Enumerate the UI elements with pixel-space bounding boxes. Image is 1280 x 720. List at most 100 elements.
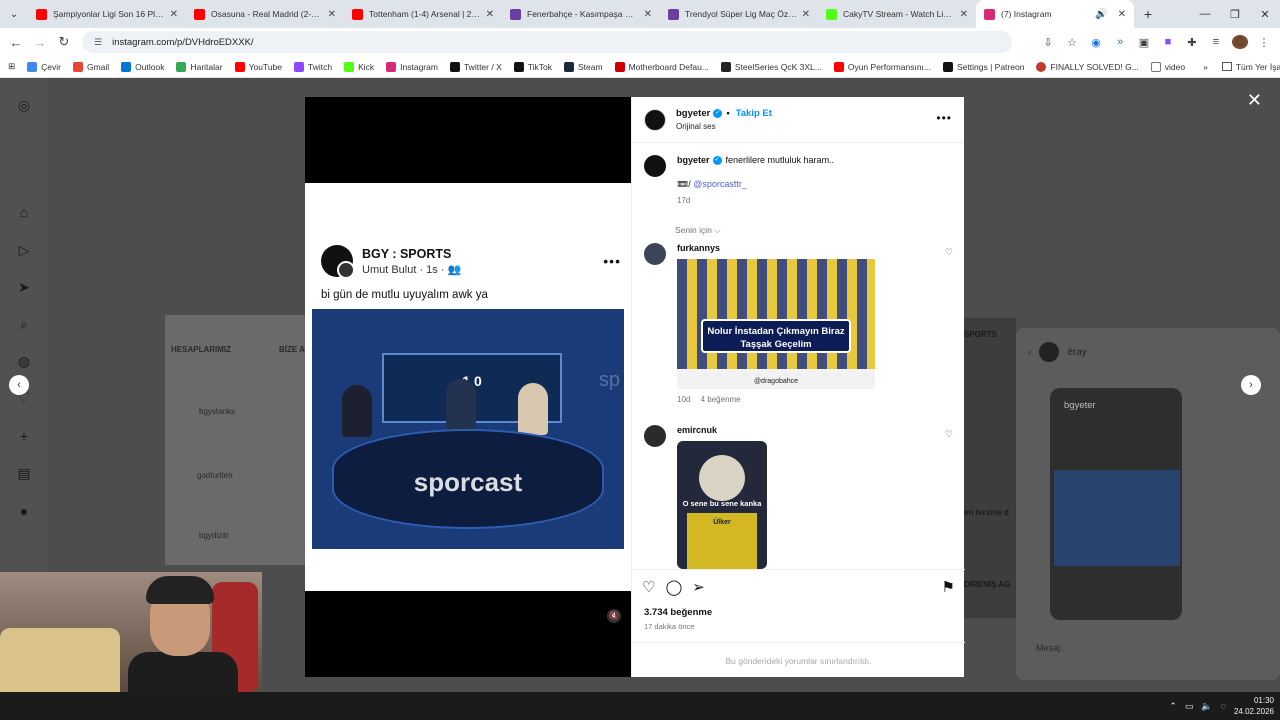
forward-icon[interactable]: → [28,35,52,50]
close-modal-icon[interactable]: ✕ [1247,90,1262,111]
notification-icon[interactable]: ◌ [1221,701,1226,711]
comment-icon[interactable]: ◯ [665,578,682,596]
tab-close-icon[interactable]: ✕ [328,9,336,20]
url-input[interactable]: ☰ instagram.com/p/DVHdroEDXXK/ [82,31,1012,53]
save-bookmark-icon[interactable]: ⚑ [942,578,955,596]
bookmark-item[interactable]: Twitter / X [449,61,502,72]
background-post-card: HESAPLARIMIZ BİZE A bgystanks godturtlet… [165,315,310,565]
menu-kebab-icon[interactable]: ⋮ [1256,36,1272,49]
bookmark-item[interactable]: FINALLY SOLVED! G... [1036,61,1139,72]
site-info-icon[interactable]: ☰ [94,37,102,48]
bookmark-item[interactable]: Kick [344,61,374,72]
browser-tab[interactable]: Trendyol Süper Lig Maç Özetle ✕ [660,0,818,28]
tab-close-icon[interactable]: ✕ [486,9,494,20]
mention-link[interactable]: @sporcasttr_ [693,179,747,189]
toolbar-icons: ⇩ ☆ ◉ » ▣ ■ ✚ ≡ C ⋮ [1040,35,1280,49]
bookmark-item[interactable]: Motherboard Defau... [614,61,709,72]
bookmark-item[interactable]: Instagram [386,61,438,72]
install-app-icon[interactable]: ⇩ [1040,36,1056,49]
tab-close-icon[interactable]: ✕ [960,9,968,20]
back-icon[interactable]: ← [4,35,28,50]
browser-tab[interactable]: Osasuna - Real Madrid (2-1) - M ✕ [186,0,344,28]
bookmark-item[interactable]: SteelSeries QcK 3XL... [720,61,822,72]
comment-sort-dropdown[interactable]: Senin için ⌵ [675,225,721,236]
avatar[interactable] [644,155,666,177]
reload-icon[interactable]: ↻ [52,34,76,50]
bookmark-item[interactable]: TikTok [513,61,552,72]
extension-icon[interactable]: ■ [1160,36,1176,48]
avatar[interactable] [644,425,666,447]
extension-icon[interactable]: ▣ [1136,36,1152,49]
bookmark-item[interactable]: Twitch [294,61,332,72]
comments-list[interactable]: bgyeter ✓ fenerlilere mutluluk haram.. 📼… [632,143,965,569]
follow-button[interactable]: Takip Et [736,108,772,119]
like-count[interactable]: 3.734 beğenme [644,607,712,618]
profile-avatar[interactable]: C [1232,35,1248,49]
post-username[interactable]: bgyeter [676,108,710,119]
tab-close-icon[interactable]: ✕ [1118,9,1126,20]
more-options-icon[interactable]: ••• [936,111,952,125]
youtube-icon [614,61,625,72]
create-icon[interactable]: + [15,427,33,445]
clock[interactable]: 01:30 24.02.2026 [1234,695,1274,717]
explore-icon[interactable]: ◍ [15,352,33,370]
minimize-icon[interactable]: — [1190,0,1220,28]
threads-icon[interactable]: ● [15,502,33,520]
like-comment-heart-icon[interactable]: ♡ [945,429,953,440]
volume-icon[interactable]: 🔈 [1201,701,1212,712]
caption-username[interactable]: bgyeter [677,155,710,165]
browser-tab[interactable]: CakyTV Stream - Watch Live on ✕ [818,0,976,28]
bookmark-item[interactable]: Steam [564,61,603,72]
network-icon[interactable]: ▭ [1185,701,1194,712]
browser-tab[interactable]: Şampiyonlar Ligi Son 16 Play-Of ✕ [28,0,186,28]
browser-tab-active[interactable]: (7) Instagram 🔊 ✕ [976,0,1134,28]
tab-close-icon[interactable]: ✕ [644,9,652,20]
extension-icon[interactable]: » [1112,36,1128,48]
previous-post-arrow-icon[interactable]: ‹ [9,375,29,395]
browser-tab[interactable]: Tottenham (1-4) Arsenal | 27. H ✕ [344,0,502,28]
next-post-arrow-icon[interactable]: › [1241,375,1261,395]
instagram-logo-icon[interactable]: ◎ [15,96,33,114]
home-icon[interactable]: ⌂ [15,203,33,221]
puzzle-icon[interactable]: ✚ [1184,36,1200,49]
bookmark-item[interactable]: Çevir [27,61,61,72]
like-comment-heart-icon[interactable]: ♡ [945,247,953,258]
avatar[interactable] [644,108,666,131]
tab-search-chevron-icon[interactable]: ⌄ [0,0,28,28]
bookmark-item[interactable]: Oyun Performansını... [833,61,931,72]
comment-username[interactable]: emircnuk [677,425,717,435]
more-bookmarks-icon[interactable]: » [1203,62,1208,72]
speaker-icon[interactable]: 🔊 [1095,9,1107,20]
like-heart-icon[interactable]: ♡ [642,578,655,596]
bookmark-item[interactable]: YouTube [234,61,282,72]
mute-icon[interactable]: 🔇 [607,609,621,623]
bookmark-item[interactable]: Gmail [72,61,109,72]
all-bookmarks-folder[interactable]: Tüm Yer İşaretleri [1221,62,1280,72]
x-icon [449,61,460,72]
comment-username[interactable]: furkannys [677,243,720,253]
dashboard-icon[interactable]: ▤ [15,464,33,482]
bookmark-star-icon[interactable]: ☆ [1064,36,1080,49]
messages-icon[interactable]: ➤ [15,278,33,296]
restore-icon[interactable]: ❐ [1220,0,1250,28]
audio-label[interactable]: Orijinal ses [676,122,772,131]
comment-likes[interactable]: 4 beğenme [701,395,741,404]
bookmark-item[interactable]: Haritalar [176,61,223,72]
close-window-icon[interactable]: ✕ [1250,0,1280,28]
bookmark-item[interactable]: Settings | Patreon [943,61,1024,72]
tray-expand-icon[interactable]: ⌃ [1169,701,1177,712]
avatar[interactable] [644,243,666,265]
tab-close-icon[interactable]: ✕ [170,9,178,20]
tab-close-icon[interactable]: ✕ [802,9,810,20]
share-send-icon[interactable]: ➢ [692,578,705,596]
browser-tab[interactable]: Fenerbahçe - Kasımpaşa Maç Ö ✕ [502,0,660,28]
reel-video[interactable]: BGY : SPORTS Umut Bulut · 1s · 👥 ••• bi … [305,97,631,677]
search-icon[interactable]: ⌕ [15,315,33,333]
new-tab-button[interactable]: + [1134,0,1162,28]
apps-grid-icon[interactable]: ⊞ [8,61,15,72]
reels-icon[interactable]: ▷ [15,241,33,259]
bookmark-folder[interactable]: video [1150,61,1185,72]
extension-icon[interactable]: ◉ [1088,36,1104,49]
media-icon[interactable]: ≡ [1208,36,1224,48]
bookmark-item[interactable]: Outlook [121,61,164,72]
